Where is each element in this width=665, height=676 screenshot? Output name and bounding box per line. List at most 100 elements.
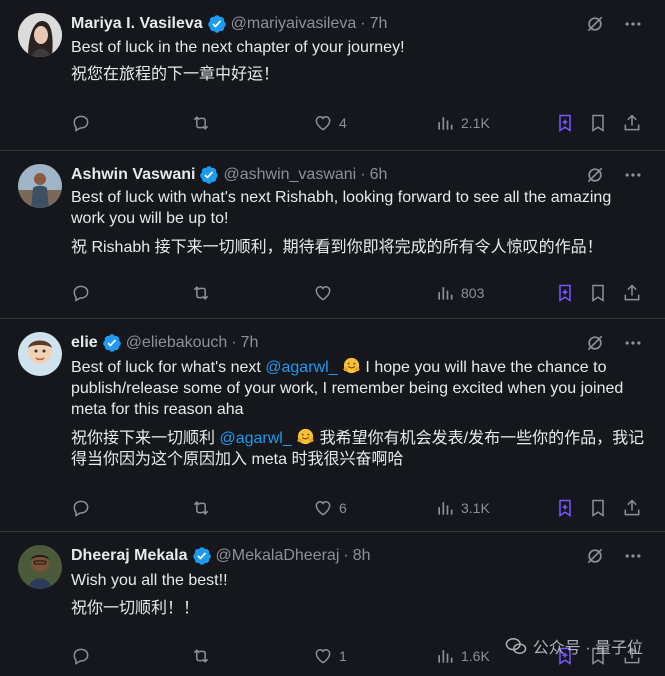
- avatar[interactable]: [18, 332, 62, 376]
- like-button[interactable]: 1: [313, 644, 347, 668]
- tweet-3[interactable]: elie @eliebakouch · 7h Best of luck for …: [0, 319, 665, 532]
- views-button[interactable]: 3.1K: [435, 496, 490, 520]
- share-icon: [624, 284, 640, 301]
- reply-icon: [73, 500, 89, 517]
- grok-bookmark-button[interactable]: [555, 111, 575, 135]
- share-icon: [624, 114, 640, 131]
- author-name[interactable]: Ashwin Vaswani: [71, 166, 195, 184]
- bookmark-button[interactable]: [588, 111, 608, 135]
- author-handle[interactable]: @MekalaDheeraj: [216, 547, 340, 565]
- grok-icon[interactable]: [585, 14, 605, 34]
- reply-button[interactable]: [71, 496, 91, 520]
- author-name[interactable]: elie: [71, 334, 98, 352]
- author-name[interactable]: Dheeraj Mekala: [71, 547, 188, 565]
- views-icon: [438, 287, 453, 300]
- retweet-button[interactable]: [191, 496, 211, 520]
- like-button[interactable]: 6: [313, 496, 347, 520]
- more-icon[interactable]: [623, 333, 643, 353]
- timestamp[interactable]: 7h: [370, 15, 388, 33]
- timestamp[interactable]: 8h: [353, 547, 371, 565]
- hugging-face-emoji-icon: [297, 428, 314, 445]
- reply-button[interactable]: [71, 644, 91, 668]
- avatar[interactable]: [18, 545, 62, 589]
- tweet-text: Best of luck for what's next @agarwl_ I …: [71, 356, 645, 470]
- grok-icon[interactable]: [585, 546, 605, 566]
- verified-badge-icon: [102, 334, 121, 352]
- tweet-text: Best of luck in the next chapter of your…: [71, 37, 645, 85]
- tweet-text-zh: 祝你接下来一切顺利 @agarwl_ 我希望你有机会发表/发布一些你的作品，我记…: [71, 427, 645, 470]
- tweet-1[interactable]: Mariya I. Vasileva @mariyaivasileva · 7h…: [0, 0, 665, 151]
- share-icon: [624, 499, 640, 516]
- grok-bookmark-button[interactable]: [555, 496, 575, 520]
- tweet-text-en: Best of luck with what's next Rishabh, l…: [71, 189, 612, 227]
- separator: ·: [360, 15, 366, 32]
- tweet-text-en: Best of luck in the next chapter of your…: [71, 39, 405, 56]
- tweet-header: Dheeraj Mekala @MekalaDheeraj · 8h: [71, 546, 371, 566]
- more-icon[interactable]: [623, 165, 643, 185]
- views-count: 1.6K: [461, 648, 490, 664]
- tweet-header: elie @eliebakouch · 7h: [71, 333, 258, 353]
- author-name[interactable]: Mariya I. Vasileva: [71, 15, 203, 33]
- reply-button[interactable]: [71, 281, 91, 305]
- tweet-actions: 803: [0, 281, 665, 305]
- views-button[interactable]: 803: [435, 281, 484, 305]
- separator: ·: [343, 547, 349, 564]
- author-handle[interactable]: @eliebakouch: [126, 334, 228, 352]
- tweet-2[interactable]: Ashwin Vaswani @ashwin_vaswani · 6h Best…: [0, 151, 665, 319]
- grok-icon[interactable]: [585, 333, 605, 353]
- share-button[interactable]: [622, 281, 642, 305]
- more-icon[interactable]: [623, 546, 643, 566]
- like-icon: [315, 285, 331, 301]
- timestamp[interactable]: 6h: [370, 166, 388, 184]
- avatar[interactable]: [18, 13, 62, 57]
- grok-bookmark-icon: [559, 114, 571, 132]
- retweet-button[interactable]: [191, 111, 211, 135]
- bookmark-icon: [592, 114, 604, 132]
- views-count: 803: [461, 285, 485, 301]
- grok-icon[interactable]: [585, 165, 605, 185]
- like-button[interactable]: [313, 281, 339, 305]
- bookmark-button[interactable]: [588, 281, 608, 305]
- tweet-text-en: Best of luck for what's next @agarwl_ I …: [71, 356, 645, 420]
- separator: ·: [231, 334, 237, 351]
- views-button[interactable]: 2.1K: [435, 111, 490, 135]
- retweet-button[interactable]: [191, 644, 211, 668]
- tweet-text-zh: 祝你一切顺利！！: [71, 600, 200, 617]
- text-segment: Best of luck for what's next: [71, 359, 266, 376]
- mention-link[interactable]: @agarwl_: [219, 430, 291, 447]
- text-segment: 祝你接下来一切顺利: [71, 430, 220, 447]
- hugging-face-emoji-icon: [343, 357, 360, 374]
- like-icon: [315, 500, 331, 516]
- timestamp[interactable]: 7h: [241, 334, 259, 352]
- tweet-text-en: Wish you all the best!!: [71, 572, 228, 589]
- bookmark-button[interactable]: [588, 496, 608, 520]
- mention-link[interactable]: @agarwl_: [265, 359, 337, 376]
- retweet-icon: [193, 116, 209, 130]
- author-handle[interactable]: @ashwin_vaswani: [223, 166, 356, 184]
- bookmark-icon: [592, 499, 604, 517]
- reply-button[interactable]: [71, 111, 91, 135]
- tweet-top-actions: [585, 546, 643, 566]
- grok-bookmark-icon: [559, 499, 571, 517]
- tweet-actions: 4 2.1K: [0, 111, 665, 135]
- grok-bookmark-button[interactable]: [555, 281, 575, 305]
- more-icon[interactable]: [623, 14, 643, 34]
- verified-badge-icon: [192, 547, 211, 565]
- tweet-text: Best of luck with what's next Rishabh, l…: [71, 187, 645, 258]
- tweet-top-actions: [585, 14, 643, 34]
- tweet-top-actions: [585, 333, 643, 353]
- verified-badge-icon: [207, 15, 226, 33]
- tweet-top-actions: [585, 165, 643, 185]
- views-button[interactable]: 1.6K: [435, 644, 490, 668]
- watermark: 公众号 · 量子位: [505, 634, 643, 658]
- author-handle[interactable]: @mariyaivasileva: [231, 15, 357, 33]
- verified-badge-icon: [200, 166, 219, 184]
- retweet-button[interactable]: [191, 281, 211, 305]
- views-icon: [438, 650, 453, 663]
- avatar[interactable]: [18, 164, 62, 208]
- share-button[interactable]: [622, 496, 642, 520]
- tweet-text: Wish you all the best!! 祝你一切顺利！！: [71, 570, 645, 619]
- share-button[interactable]: [622, 111, 642, 135]
- like-button[interactable]: 4: [313, 111, 347, 135]
- grok-bookmark-icon: [559, 284, 571, 302]
